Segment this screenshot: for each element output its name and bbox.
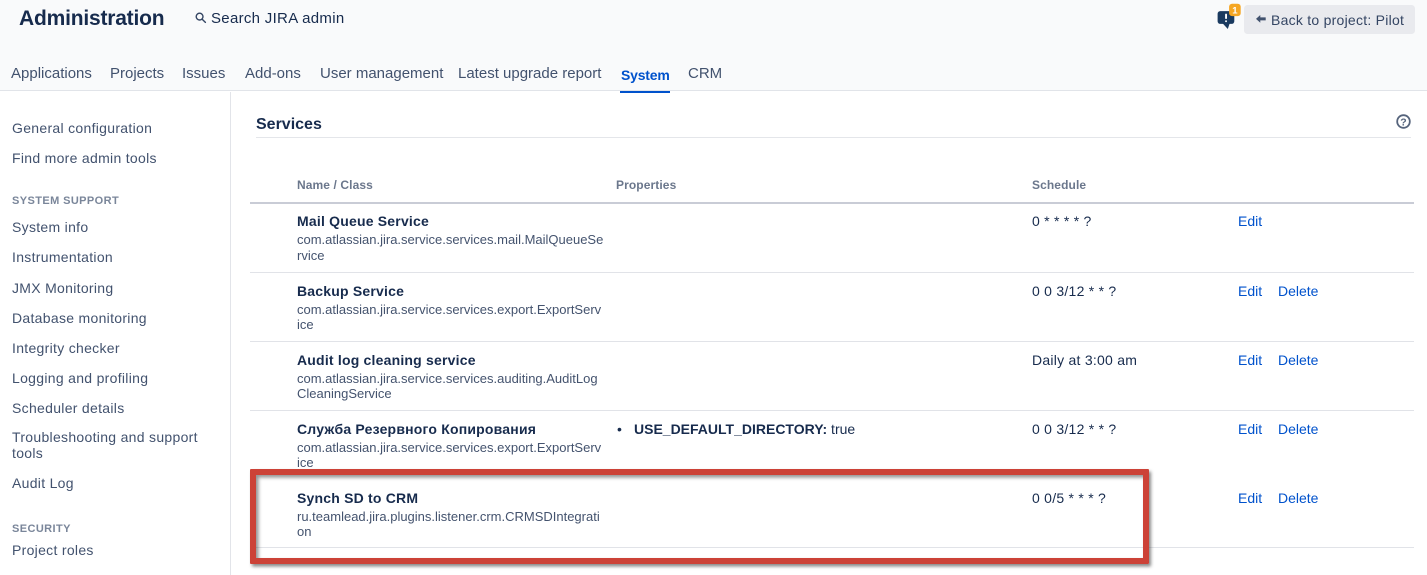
svg-text:?: ? [1400,116,1406,128]
svg-text:1: 1 [1232,5,1238,16]
